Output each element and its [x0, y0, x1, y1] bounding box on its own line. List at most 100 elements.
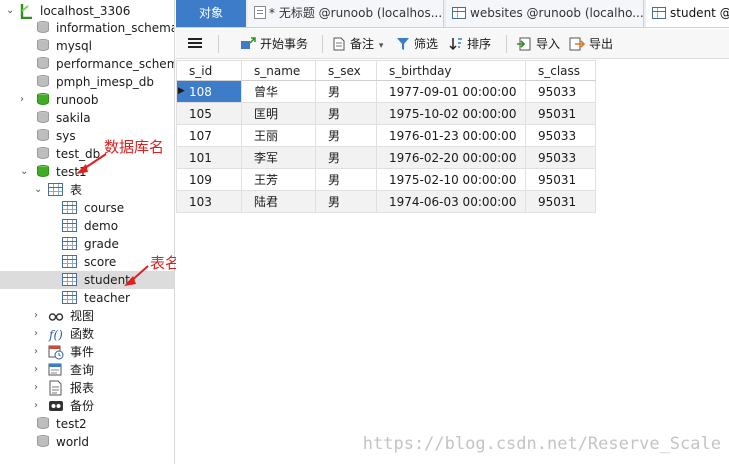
export-button[interactable]: 导出	[569, 34, 613, 54]
tree-db-sakila[interactable]: sakila	[0, 109, 174, 127]
table-cell[interactable]: 1975-02-10 00:00:00	[376, 168, 526, 191]
begin-transaction-label: 开始事务	[260, 37, 309, 51]
tree-db-mysql[interactable]: mysql	[0, 37, 174, 55]
tree-db-pmph-imesp-db[interactable]: pmph_imesp_db	[0, 73, 174, 91]
table-cell[interactable]: 男	[315, 190, 377, 213]
table-cell[interactable]: 1977-09-01 00:00:00	[376, 80, 526, 103]
table-row[interactable]: 109 王芳 男 1975-02-10 00:00:00 95031	[176, 168, 596, 191]
tab-untitled-query[interactable]: * 无标题 @runoob (localhos...	[248, 0, 444, 27]
table-cell[interactable]: 王丽	[241, 124, 316, 147]
table-cell[interactable]: 101	[176, 146, 242, 169]
tree-db-test2[interactable]: test2	[0, 415, 174, 433]
chevron-right-icon[interactable]: ›	[20, 91, 24, 109]
column-header[interactable]: s_class	[525, 60, 596, 81]
db-label: runoob	[56, 93, 99, 107]
tree-folder-views[interactable]: › 视图	[0, 307, 174, 325]
table-cell[interactable]: 107	[176, 124, 242, 147]
tab-student[interactable]: student @	[646, 0, 729, 27]
connection-icon	[20, 3, 36, 20]
table-cell[interactable]: 陆君	[241, 190, 316, 213]
table-cell[interactable]: 1974-06-03 00:00:00	[376, 190, 526, 213]
table-cell[interactable]: 男	[315, 102, 377, 125]
tree-tables-folder[interactable]: ⌄ 表	[0, 181, 174, 199]
column-header[interactable]: s_birthday	[376, 60, 526, 81]
table-cell[interactable]: 95033	[525, 124, 596, 147]
table-icon	[62, 201, 77, 214]
tree-folder-functions[interactable]: › f() 函数	[0, 325, 174, 343]
table-cell[interactable]: 男	[315, 124, 377, 147]
table-cell[interactable]: 95031	[525, 168, 596, 191]
chevron-down-icon[interactable]: ⌄	[20, 163, 28, 181]
database-icon	[37, 435, 49, 449]
tree-db-information-schema[interactable]: information_schema	[0, 19, 174, 37]
table-cell[interactable]: 108	[176, 80, 242, 103]
column-header[interactable]: s_id	[176, 60, 242, 81]
table-cell[interactable]: 男	[315, 146, 377, 169]
database-icon	[37, 165, 49, 179]
memo-button[interactable]: 备注 ▾	[332, 34, 383, 54]
tab-label: websites @runoob (localho...	[470, 6, 644, 20]
table-cell[interactable]: 95033	[525, 80, 596, 103]
table-cell[interactable]: 109	[176, 168, 242, 191]
view-icon	[48, 308, 64, 324]
chevron-down-icon[interactable]: ⌄	[34, 181, 42, 199]
tree-table-teacher[interactable]: teacher	[0, 289, 174, 307]
table-row[interactable]: 101 李军 男 1976-02-20 00:00:00 95033	[176, 146, 596, 169]
tree-table-demo[interactable]: demo	[0, 217, 174, 235]
memo-label: 备注	[350, 37, 375, 51]
menu-icon[interactable]	[188, 38, 202, 40]
tree-connection[interactable]: ⌄ localhost_3306	[0, 2, 174, 20]
database-icon	[37, 111, 49, 125]
chevron-right-icon[interactable]: ›	[34, 307, 38, 325]
table-cell[interactable]: 1976-01-23 00:00:00	[376, 124, 526, 147]
chevron-right-icon[interactable]: ›	[34, 379, 38, 397]
sort-button[interactable]: 排序	[449, 34, 491, 54]
db-label: test2	[56, 417, 87, 431]
table-cell[interactable]: 1976-02-20 00:00:00	[376, 146, 526, 169]
database-icon	[37, 21, 49, 35]
table-row[interactable]: 108 曾华 男 1977-09-01 00:00:00 95033	[176, 80, 596, 103]
result-table: s_id s_name s_sex s_birthday s_class 108…	[176, 60, 596, 213]
table-cell[interactable]: 男	[315, 80, 377, 103]
table-cell[interactable]: 105	[176, 102, 242, 125]
tree-table-grade[interactable]: grade	[0, 235, 174, 253]
table-cell[interactable]: 1975-10-02 00:00:00	[376, 102, 526, 125]
tree-table-course[interactable]: course	[0, 199, 174, 217]
table-cell[interactable]: 匡明	[241, 102, 316, 125]
database-icon	[37, 75, 49, 89]
tree-folder-events[interactable]: › 事件	[0, 343, 174, 361]
tree-db-runoob[interactable]: › runoob	[0, 91, 174, 109]
calendar-clock-icon	[48, 344, 64, 360]
chevron-right-icon[interactable]: ›	[34, 325, 38, 343]
tree-folder-backups[interactable]: › 备份	[0, 397, 174, 415]
table-icon	[62, 291, 77, 304]
table-cell[interactable]: 95033	[525, 146, 596, 169]
table-cell[interactable]: 王芳	[241, 168, 316, 191]
import-icon	[516, 37, 532, 57]
chevron-right-icon[interactable]: ›	[34, 361, 38, 379]
chevron-right-icon[interactable]: ›	[34, 397, 38, 415]
table-row[interactable]: 107 王丽 男 1976-01-23 00:00:00 95033	[176, 124, 596, 147]
chevron-right-icon[interactable]: ›	[34, 343, 38, 361]
table-row[interactable]: 105 匡明 男 1975-10-02 00:00:00 95031	[176, 102, 596, 125]
begin-transaction-button[interactable]: 开始事务	[240, 34, 308, 54]
tree-db-world[interactable]: world	[0, 433, 174, 451]
chevron-down-icon[interactable]: ⌄	[6, 2, 14, 20]
table-row[interactable]: 103 陆君 男 1974-06-03 00:00:00 95031	[176, 190, 596, 213]
import-button[interactable]: 导入	[516, 34, 560, 54]
table-cell[interactable]: 103	[176, 190, 242, 213]
table-cell[interactable]: 李军	[241, 146, 316, 169]
table-cell[interactable]: 95031	[525, 190, 596, 213]
column-header[interactable]: s_sex	[315, 60, 377, 81]
tree-folder-queries[interactable]: › 查询	[0, 361, 174, 379]
filter-button[interactable]: 筛选	[396, 34, 438, 54]
table-cell[interactable]: 95031	[525, 102, 596, 125]
table-cell[interactable]: 曾华	[241, 80, 316, 103]
tab-websites[interactable]: websites @runoob (localho...	[446, 0, 644, 27]
column-header[interactable]: s_name	[241, 60, 316, 81]
tab-objects[interactable]: 对象	[176, 0, 246, 27]
table-cell[interactable]: 男	[315, 168, 377, 191]
tree-folder-reports[interactable]: › 报表	[0, 379, 174, 397]
tree-db-performance-schema[interactable]: performance_schema	[0, 55, 174, 73]
annotation-arrow-db	[76, 153, 107, 174]
